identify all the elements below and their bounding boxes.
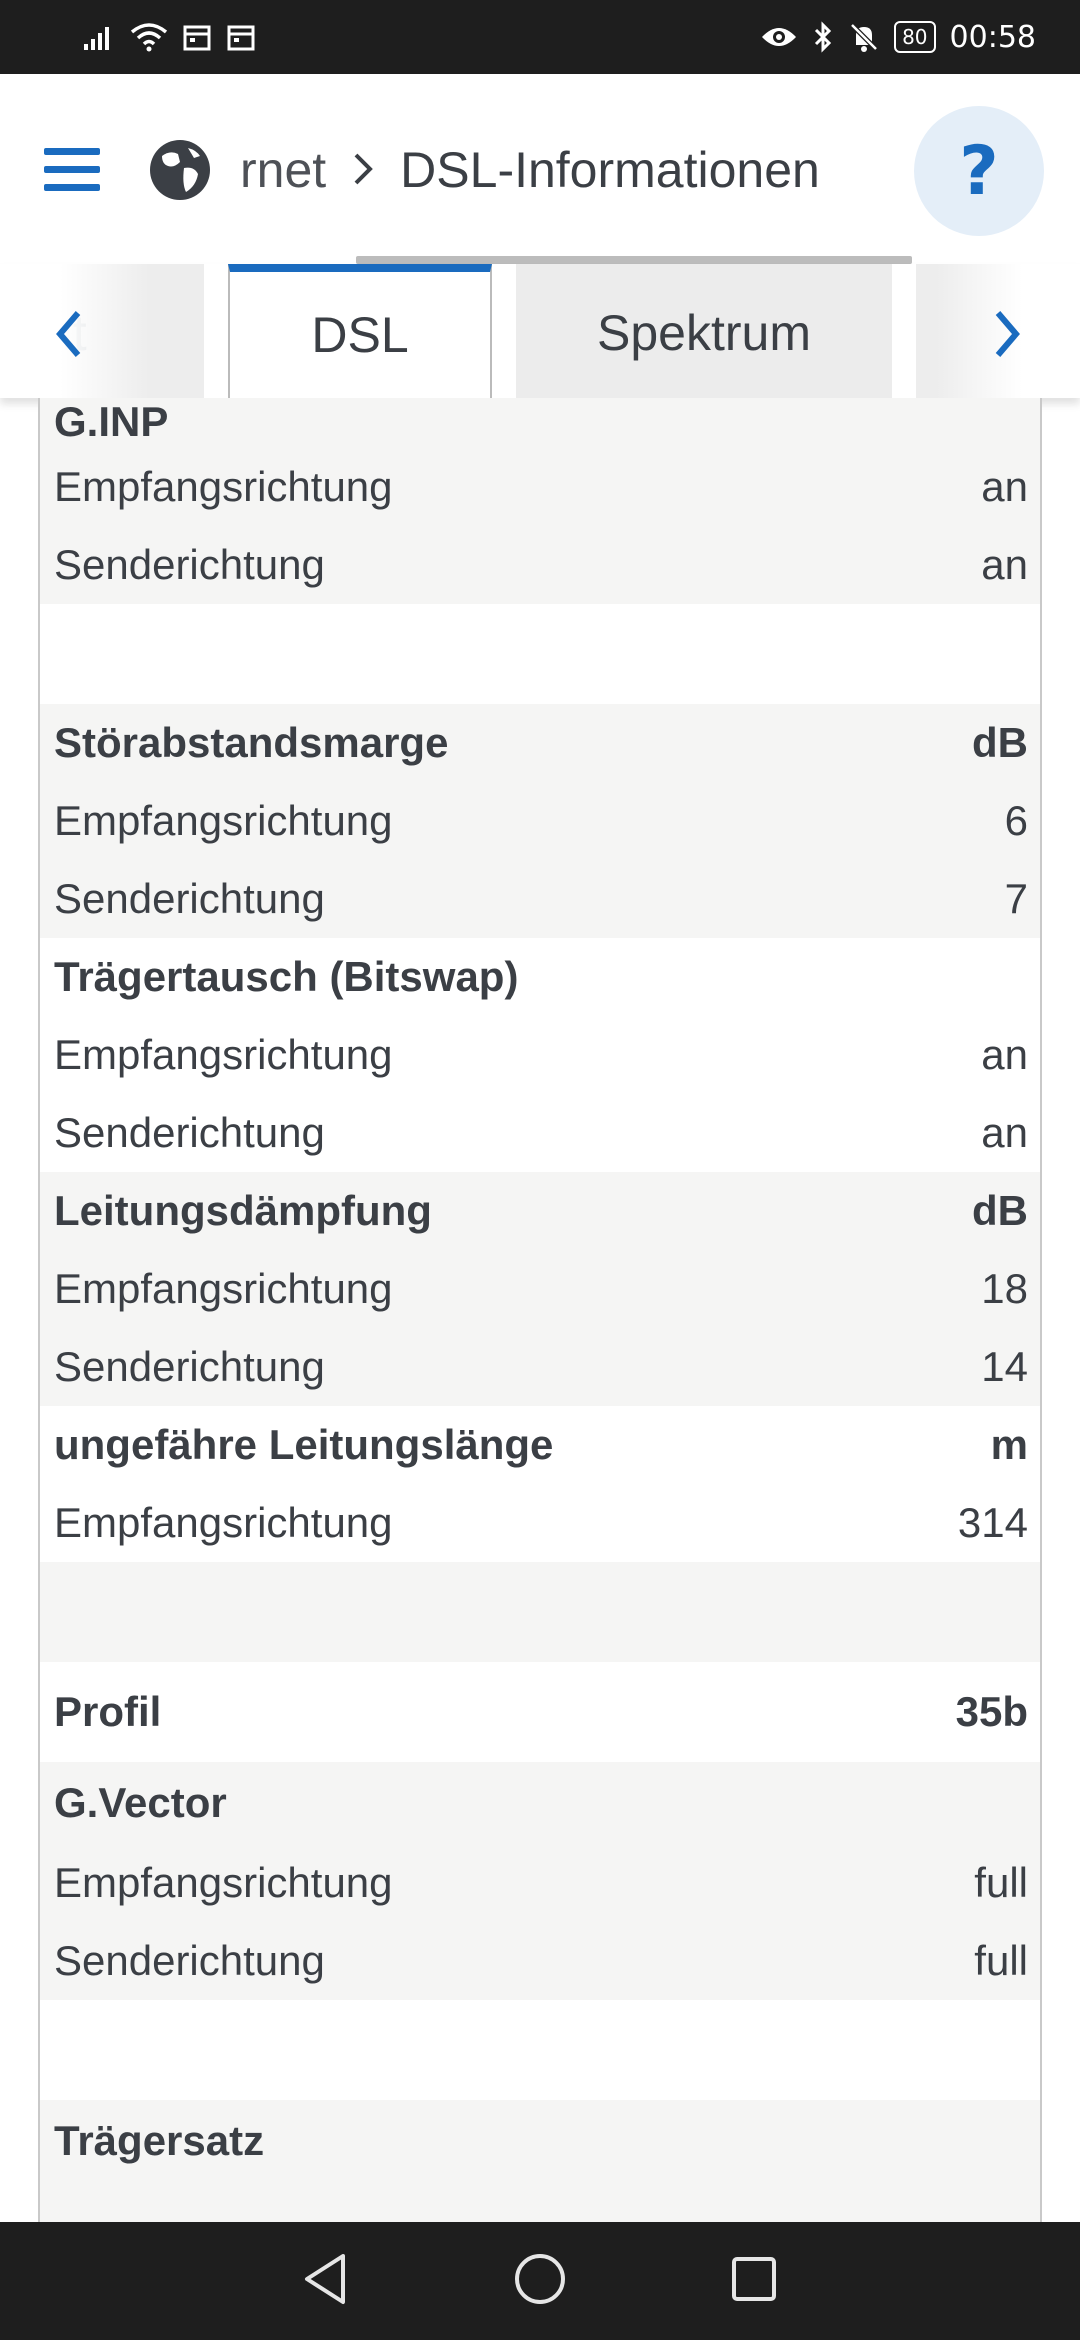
row-value: an: [981, 1031, 1028, 1078]
battery-indicator: 80: [894, 21, 936, 53]
section-title: Leitungsdämpfung: [54, 1187, 432, 1234]
tab-bar: cht DSL Spektrum t: [0, 264, 1080, 398]
section-unit: dB: [972, 1187, 1028, 1234]
signal-icon: [82, 22, 116, 52]
section-header-bitswap: Trägertausch (Bitswap): [40, 938, 1040, 1016]
bell-muted-icon: [848, 21, 880, 53]
table-row: Senderichtung 14: [40, 1328, 1040, 1406]
help-button[interactable]: ?: [914, 106, 1044, 236]
clock: 00:58: [949, 19, 1036, 55]
section-title: Trägersatz: [54, 2117, 265, 2164]
section-header-carrier-set: Trägersatz: [40, 2100, 1040, 2182]
table-row: Empfangsrichtung full: [40, 1844, 1040, 1922]
row-label: Senderichtung: [54, 541, 325, 588]
row-value: 7: [1004, 875, 1028, 922]
section-header-ginp: G.INP: [40, 398, 1040, 448]
tab-scroll-left-button[interactable]: [34, 294, 104, 374]
breadcrumb-scrollbar[interactable]: [356, 256, 912, 264]
breadcrumb-item-previous[interactable]: rnet: [240, 141, 326, 199]
row-label: Senderichtung: [54, 1937, 325, 1984]
section-spacer: [40, 2000, 1040, 2100]
section-value: 35b: [955, 1688, 1028, 1735]
row-value: 18: [981, 1265, 1028, 1312]
recents-square-icon: [732, 2257, 776, 2301]
tab-label: DSL: [311, 307, 409, 363]
row-label: Empfangsrichtung: [54, 1265, 393, 1312]
chevron-left-icon: [56, 311, 81, 357]
dsl-info-table: G.INP Empfangsrichtung an Senderichtung …: [38, 398, 1042, 2222]
eye-icon: [760, 23, 798, 51]
tab-dsl[interactable]: DSL: [228, 264, 492, 398]
section-title: Störabstandsmarge: [54, 719, 449, 766]
section-header-profile: Profil 35b: [40, 1662, 1040, 1762]
section-title: G.Vector: [54, 1779, 227, 1826]
back-triangle-icon: [305, 2254, 345, 2304]
row-label: Empfangsrichtung: [54, 1859, 393, 1906]
breadcrumb-item-current: DSL-Informationen: [400, 142, 820, 198]
table-row: Senderichtung an: [40, 1094, 1040, 1172]
chevron-right-icon: [995, 311, 1020, 357]
tab-label: Spektrum: [597, 305, 811, 361]
wifi-icon: [130, 22, 168, 52]
row-value: an: [981, 1109, 1028, 1156]
row-value: full: [974, 1937, 1028, 1984]
menu-button[interactable]: [44, 148, 100, 196]
back-button[interactable]: [301, 2252, 351, 2310]
recents-button[interactable]: [729, 2254, 779, 2308]
table-row: Empfangsrichtung an: [40, 448, 1040, 526]
section-header-line-length: ungefähre Leitungslänge m: [40, 1406, 1040, 1484]
row-value: full: [974, 1859, 1028, 1906]
row-value: 314: [957, 1499, 1028, 1546]
table-row: Senderichtung full: [40, 1922, 1040, 2000]
section-title: Trägertausch (Bitswap): [54, 953, 519, 1000]
section-header-snr-margin: Störabstandsmarge dB: [40, 704, 1040, 782]
row-label: Senderichtung: [54, 875, 325, 922]
section-unit: m: [990, 1421, 1028, 1468]
table-row: Senderichtung 7: [40, 860, 1040, 938]
row-value: an: [981, 463, 1028, 510]
section-title: ungefähre Leitungslänge: [54, 1421, 554, 1468]
section-spacer: [40, 604, 1040, 704]
row-label: Senderichtung: [54, 1109, 325, 1156]
row-value: 6: [1004, 797, 1028, 844]
table-row: Senderichtung an: [40, 526, 1040, 604]
table-row-partial: [40, 2182, 1040, 2222]
row-label: Empfangsrichtung: [54, 1499, 393, 1546]
row-value: an: [981, 541, 1028, 588]
status-icons-left: [82, 22, 256, 52]
table-row: Empfangsrichtung an: [40, 1016, 1040, 1094]
section-title: Profil: [54, 1688, 162, 1735]
globe-icon: [150, 140, 210, 200]
calendar-icon: [226, 22, 256, 52]
row-value: 14: [981, 1343, 1028, 1390]
tab-spektrum[interactable]: Spektrum: [516, 264, 892, 398]
tab-scroll-right-button[interactable]: [972, 294, 1042, 374]
row-label: Empfangsrichtung: [54, 463, 393, 510]
table-row: Empfangsrichtung 314: [40, 1484, 1040, 1562]
section-header-gvector: G.Vector: [40, 1762, 1040, 1844]
bluetooth-icon: [812, 21, 834, 53]
table-row: Empfangsrichtung 6: [40, 782, 1040, 860]
home-circle-icon: [515, 2254, 565, 2304]
system-nav-bar: [0, 2222, 1080, 2340]
hamburger-icon: [44, 148, 100, 191]
status-bar: 80 00:58: [0, 0, 1080, 74]
breadcrumb: rnet DSL-Informationen: [240, 130, 820, 210]
section-spacer: [40, 1562, 1040, 1662]
row-label: Senderichtung: [54, 1343, 325, 1390]
chevron-right-icon: [352, 141, 374, 199]
row-label: Empfangsrichtung: [54, 1031, 393, 1078]
table-row: Empfangsrichtung 18: [40, 1250, 1040, 1328]
home-button[interactable]: [513, 2252, 567, 2310]
calendar-icon: [182, 22, 212, 52]
section-unit: dB: [972, 719, 1028, 766]
section-header-attenuation: Leitungsdämpfung dB: [40, 1172, 1040, 1250]
globe-button[interactable]: [148, 138, 212, 206]
section-title: G.INP: [54, 398, 169, 445]
row-label: Empfangsrichtung: [54, 797, 393, 844]
status-icons-right: 80 00:58: [760, 20, 1036, 55]
